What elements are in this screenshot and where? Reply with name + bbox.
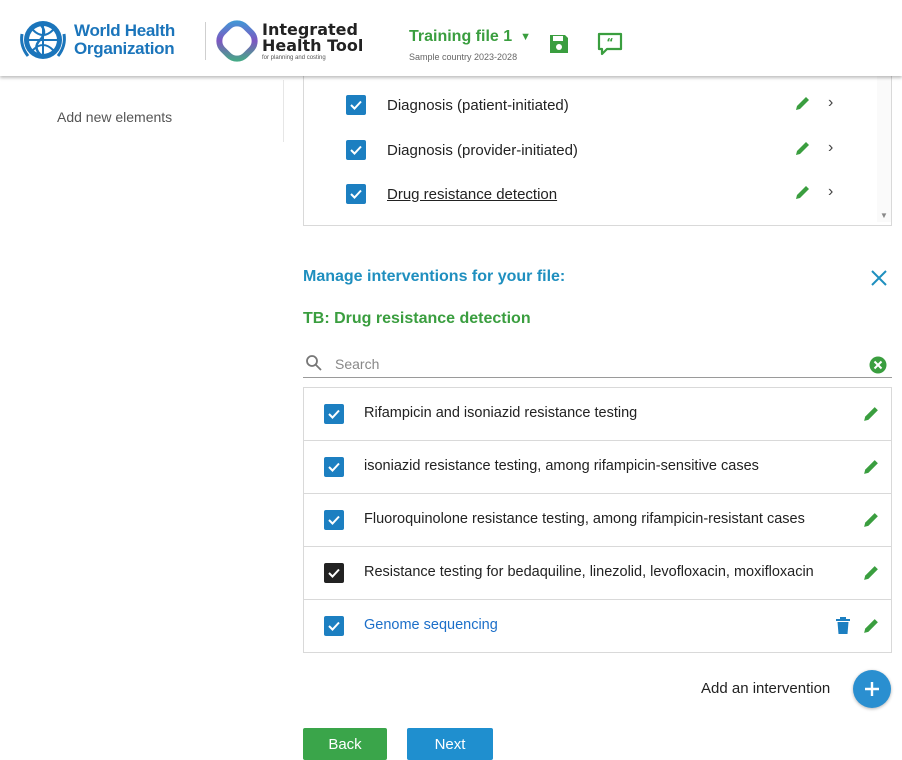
edit-pencil-icon[interactable]: [862, 405, 880, 423]
search-icon: [306, 355, 322, 371]
list-item[interactable]: Diagnosis (provider-initiated): [346, 135, 846, 165]
intervention-label: Rifampicin and isoniazid resistance test…: [364, 405, 638, 421]
svg-text:“: “: [606, 36, 613, 49]
file-selector[interactable]: Training file 1 ▼ Sample country 2023-20…: [409, 28, 531, 62]
chevron-right-icon[interactable]: ›: [828, 139, 833, 157]
search-bar: [303, 350, 892, 378]
who-line2: Organization: [74, 39, 175, 58]
edit-pencil-icon[interactable]: [862, 458, 880, 476]
edit-pencil-icon[interactable]: [862, 617, 880, 635]
who-line1: World Health: [74, 21, 175, 40]
search-input[interactable]: [333, 352, 857, 376]
intervention-label: Resistance testing for bedaquiline, line…: [364, 564, 814, 580]
who-wordmark: World Health Organization: [74, 22, 175, 58]
close-icon[interactable]: [869, 268, 889, 288]
list-scrollbar[interactable]: [877, 76, 891, 222]
chevron-right-icon[interactable]: ›: [828, 183, 833, 201]
who-logo-block[interactable]: World Health Organization: [18, 16, 196, 64]
edit-pencil-icon[interactable]: [794, 184, 811, 201]
list-item[interactable]: Drug resistance detection: [346, 179, 846, 209]
chevron-right-icon[interactable]: ›: [828, 94, 833, 112]
add-new-elements-link[interactable]: Add new elements: [57, 109, 172, 125]
checkbox-checked-icon[interactable]: [346, 140, 366, 160]
interventions-list: Rifampicin and isoniazid resistance test…: [303, 387, 892, 653]
intervention-row[interactable]: Fluoroquinolone resistance testing, amon…: [304, 494, 891, 547]
who-emblem-icon: [20, 21, 66, 59]
edit-pencil-icon[interactable]: [794, 95, 811, 112]
file-subtitle: Sample country 2023-2028: [409, 52, 518, 62]
add-intervention-label[interactable]: Add an intervention: [701, 680, 830, 697]
add-intervention-button[interactable]: [853, 670, 891, 708]
sidebar-divider: [283, 80, 284, 142]
file-title: Training file 1: [409, 28, 513, 45]
intervention-label[interactable]: Genome sequencing: [364, 617, 498, 633]
scroll-down-arrow-icon[interactable]: ▼: [880, 211, 888, 220]
back-button[interactable]: Back: [303, 728, 387, 760]
intervention-label: Fluoroquinolone resistance testing, amon…: [364, 511, 805, 527]
list-item-label: Diagnosis (patient-initiated): [387, 96, 569, 114]
dropdown-caret-icon[interactable]: ▼: [520, 31, 531, 43]
app-header: World Health Organization Integrated Hea…: [0, 0, 902, 76]
next-button[interactable]: Next: [407, 728, 493, 760]
intervention-label: isoniazid resistance testing, among rifa…: [364, 458, 759, 474]
list-item-label: Diagnosis (provider-initiated): [387, 141, 578, 159]
edit-pencil-icon[interactable]: [862, 511, 880, 529]
checkbox-checked-icon[interactable]: [346, 95, 366, 115]
trash-icon[interactable]: [835, 617, 851, 635]
feedback-comment-icon[interactable]: “: [596, 31, 624, 57]
save-icon[interactable]: [548, 33, 570, 55]
iht-line2: Health Tool: [262, 35, 364, 55]
checkbox-checked-icon[interactable]: [324, 457, 344, 477]
checkbox-checked-icon[interactable]: [324, 563, 344, 583]
plus-icon: [865, 682, 879, 696]
header-divider: [205, 22, 206, 60]
checkbox-checked-icon[interactable]: [324, 510, 344, 530]
checkbox-checked-icon[interactable]: [346, 184, 366, 204]
file-title-row: Training file 1 ▼: [409, 28, 531, 46]
intervention-row[interactable]: Genome sequencing: [304, 600, 891, 653]
edit-pencil-icon[interactable]: [862, 564, 880, 582]
intervention-row[interactable]: Rifampicin and isoniazid resistance test…: [304, 388, 891, 441]
service-list: Diagnosis (patient-initiated) › Diagnosi…: [303, 76, 892, 226]
clear-search-icon[interactable]: [869, 356, 887, 374]
edit-pencil-icon[interactable]: [794, 140, 811, 157]
iht-logo-icon: [216, 20, 258, 62]
manage-interventions-title: Manage interventions for your file:: [303, 268, 566, 285]
section-subheading: TB: Drug resistance detection: [303, 310, 531, 327]
checkbox-checked-icon[interactable]: [324, 404, 344, 424]
list-item[interactable]: Diagnosis (patient-initiated): [346, 90, 846, 120]
iht-wordmark: Integrated Health Tool for planning and …: [262, 21, 364, 61]
list-item-label[interactable]: Drug resistance detection: [387, 186, 557, 203]
iht-tagline: for planning and costing: [262, 54, 326, 61]
intervention-row[interactable]: Resistance testing for bedaquiline, line…: [304, 547, 891, 600]
iht-logo-block[interactable]: Integrated Health Tool for planning and …: [216, 20, 363, 62]
intervention-row[interactable]: isoniazid resistance testing, among rifa…: [304, 441, 891, 494]
checkbox-checked-icon[interactable]: [324, 616, 344, 636]
